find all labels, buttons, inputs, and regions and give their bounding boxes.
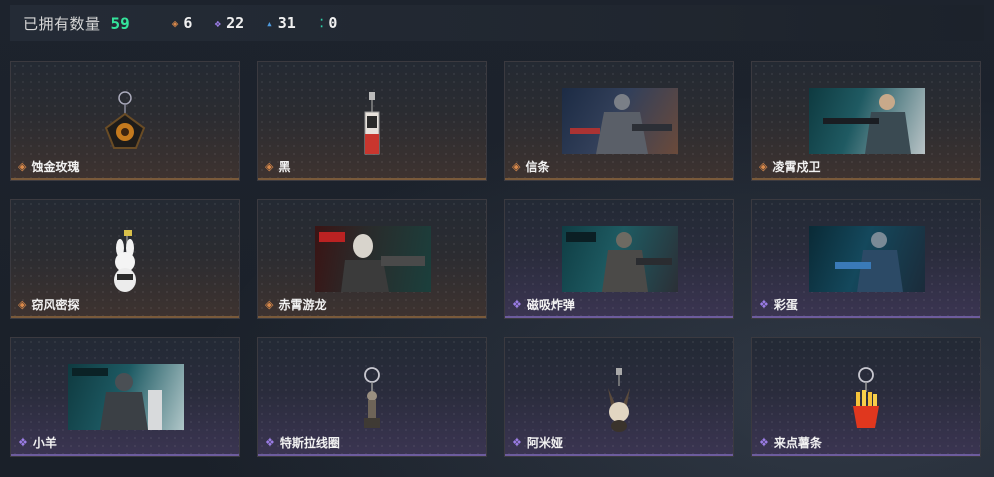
item-name: 彩蛋	[773, 298, 798, 312]
legendary-count-value: 6	[183, 14, 193, 32]
orange-diamond-icon: ◈	[171, 16, 179, 30]
soldier-figure-icon	[570, 94, 672, 154]
skin-preview-image	[562, 88, 678, 154]
amiya-charm-icon	[608, 368, 630, 432]
soldier-figure-icon	[835, 232, 903, 292]
rarity-bar	[752, 178, 980, 180]
soldier-figure-icon	[823, 94, 911, 154]
item-label: ◈ 赤霄游龙	[265, 296, 326, 313]
item-name: 凌霄戍卫	[772, 160, 821, 174]
item-label: ◈ 黑	[265, 158, 290, 175]
owned-count-value: 59	[110, 13, 130, 33]
rarity-bar	[505, 316, 733, 318]
soldier-figure-icon	[566, 232, 672, 292]
item-label: ❖ 特斯拉线圈	[265, 434, 340, 451]
item-name: 小羊	[32, 436, 57, 450]
teal-diamond-icon: ⁚	[319, 16, 324, 30]
masked-figure-icon	[319, 232, 425, 292]
item-label: ◈ 信条	[512, 158, 549, 175]
orange-rarity-icon: ◈	[265, 160, 274, 173]
skin-preview-image	[809, 226, 925, 292]
rarity-bar	[11, 454, 239, 456]
orange-rarity-icon: ◈	[759, 160, 768, 173]
item-label: ❖ 小羊	[18, 434, 57, 451]
rare-count: ▴ 31	[266, 14, 296, 32]
rose-charm-icon	[104, 91, 146, 149]
tesla-coil-charm-icon	[364, 367, 380, 428]
item-card[interactable]: ❖ 特斯拉线圈	[257, 337, 487, 457]
item-card[interactable]: ◈ 黑	[257, 61, 487, 181]
purple-rarity-icon: ❖	[759, 298, 769, 311]
item-name: 窃风密探	[31, 298, 80, 312]
skin-preview-image	[68, 364, 184, 430]
purple-rarity-icon: ❖	[759, 436, 769, 449]
item-name: 阿米娅	[526, 436, 563, 450]
purple-diamond-icon: ❖	[214, 16, 222, 30]
rarity-bar	[258, 178, 486, 180]
fries-charm-icon	[853, 367, 879, 428]
orange-rarity-icon: ◈	[18, 298, 27, 311]
item-card[interactable]: ❖ 小羊	[10, 337, 240, 457]
orange-rarity-icon: ◈	[512, 160, 521, 173]
item-label: ◈ 窃风密探	[18, 296, 79, 313]
purple-rarity-icon: ❖	[512, 298, 522, 311]
common-count-value: 0	[328, 14, 338, 32]
item-label: ❖ 磁吸炸弹	[512, 296, 575, 313]
orange-rarity-icon: ◈	[18, 160, 27, 173]
item-label: ❖ 阿米娅	[512, 434, 563, 451]
ownership-summary-bar: 已拥有数量 59 ◈ 6 ❖ 22 ▴ 31 ⁚ 0	[10, 5, 984, 41]
rabbit-charm-icon	[114, 230, 136, 292]
item-name: 磁吸炸弹	[526, 298, 575, 312]
blue-diamond-icon: ▴	[266, 16, 273, 30]
item-card[interactable]: ◈ 赤霄游龙	[257, 199, 487, 319]
common-count: ⁚ 0	[320, 14, 338, 32]
item-label: ❖ 来点薯条	[759, 434, 822, 451]
rarity-bar	[11, 316, 239, 318]
item-card[interactable]: ◈ 窃风密探	[10, 199, 240, 319]
rarity-bar	[752, 454, 980, 456]
rarity-bar	[258, 316, 486, 318]
epic-count: ❖ 22	[214, 14, 244, 32]
item-card[interactable]: ❖ 彩蛋	[751, 199, 981, 319]
rarity-bar	[752, 316, 980, 318]
item-card[interactable]: ❖ 阿米娅	[504, 337, 734, 457]
orange-rarity-icon: ◈	[265, 298, 274, 311]
item-card[interactable]: ❖ 磁吸炸弹	[504, 199, 734, 319]
item-card[interactable]: ❖ 来点薯条	[751, 337, 981, 457]
item-name: 信条	[525, 160, 550, 174]
legendary-count: ◈ 6	[172, 14, 193, 32]
lighter-charm-icon	[364, 92, 380, 155]
item-name: 赤霄游龙	[278, 298, 327, 312]
purple-rarity-icon: ❖	[512, 436, 522, 449]
item-name: 黑	[278, 160, 291, 174]
item-card[interactable]: ◈ 信条	[504, 61, 734, 181]
soldier-figure-icon	[72, 368, 162, 430]
rarity-bar	[258, 454, 486, 456]
skin-preview-image	[315, 226, 431, 292]
item-label: ◈ 蚀金玫瑰	[18, 158, 79, 175]
skin-preview-image	[562, 226, 678, 292]
purple-rarity-icon: ❖	[18, 436, 28, 449]
rarity-bar	[11, 178, 239, 180]
purple-rarity-icon: ❖	[265, 436, 275, 449]
item-card[interactable]: ◈ 蚀金玫瑰	[10, 61, 240, 181]
rarity-bar	[505, 178, 733, 180]
item-card[interactable]: ◈ 凌霄戍卫	[751, 61, 981, 181]
item-label: ◈ 凌霄戍卫	[759, 158, 820, 175]
rare-count-value: 31	[277, 14, 296, 32]
rarity-bar	[505, 454, 733, 456]
item-name: 来点薯条	[773, 436, 822, 450]
owned-count-label: 已拥有数量	[23, 14, 101, 33]
item-label: ❖ 彩蛋	[759, 296, 798, 313]
epic-count-value: 22	[226, 14, 245, 32]
skin-preview-image	[809, 88, 925, 154]
item-name: 蚀金玫瑰	[31, 160, 80, 174]
item-name: 特斯拉线圈	[279, 436, 340, 450]
